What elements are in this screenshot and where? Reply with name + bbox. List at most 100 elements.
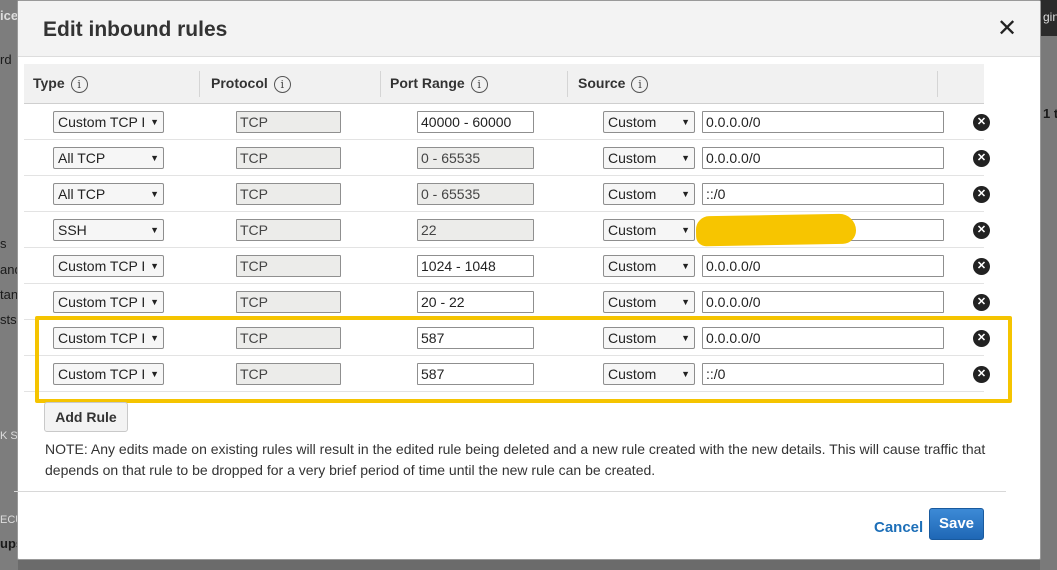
background-text: gin (1043, 10, 1057, 24)
source-type-select[interactable]: Custom ▼ (603, 363, 695, 385)
redaction-mark (695, 213, 857, 247)
port-range-field: 0 - 65535 (417, 147, 534, 169)
chevron-down-icon: ▼ (681, 369, 690, 379)
source-type-value: Custom (608, 150, 657, 166)
dialog-header: Edit inbound rules ✕ (18, 1, 1040, 57)
rule-row: All TCP ▼ TCP 0 - 65535 Custom ▼::/0 ✕ (24, 176, 990, 212)
info-icon[interactable]: i (70, 75, 88, 93)
chevron-down-icon: ▼ (150, 333, 159, 343)
rule-type-select[interactable]: All TCP ▼ (53, 147, 164, 169)
delete-rule-icon[interactable]: ✕ (973, 366, 990, 383)
source-cidr-input[interactable]: ::/0 (702, 363, 944, 385)
rule-type-select[interactable]: SSH ▼ (53, 219, 164, 241)
delete-rule-icon[interactable]: ✕ (973, 258, 990, 275)
protocol-field: TCP (236, 147, 341, 169)
source-type-value: Custom (608, 114, 657, 130)
rule-type-value: Custom TCP Rule (58, 258, 144, 274)
rule-type-value: Custom TCP Rule (58, 294, 144, 310)
chevron-down-icon: ▼ (150, 117, 159, 127)
rule-type-value: All TCP (58, 150, 106, 166)
port-range-field[interactable]: 587 (417, 327, 534, 349)
source-type-value: Custom (608, 330, 657, 346)
source-type-value: Custom (608, 222, 657, 238)
rule-type-select[interactable]: Custom TCP Rule ▼ (53, 327, 164, 349)
info-icon[interactable]: i (273, 75, 291, 93)
rule-type-select[interactable]: All TCP ▼ (53, 183, 164, 205)
source-cidr-input[interactable]: 0.0.0.0/0 (702, 327, 944, 349)
footer-divider (14, 491, 1006, 492)
source-type-value: Custom (608, 258, 657, 274)
column-header-protocol: Protocol i (211, 64, 291, 104)
port-range-field: 0 - 65535 (417, 183, 534, 205)
delete-rule-icon[interactable]: ✕ (973, 114, 990, 131)
source-type-select[interactable]: Custom ▼ (603, 111, 695, 133)
info-icon[interactable]: i (470, 75, 488, 93)
cancel-button[interactable]: Cancel (874, 519, 923, 536)
source-type-select[interactable]: Custom ▼ (603, 183, 695, 205)
chevron-down-icon: ▼ (150, 153, 159, 163)
background-text: sts (0, 312, 17, 327)
protocol-field: TCP (236, 219, 341, 241)
source-type-select[interactable]: Custom ▼ (603, 291, 695, 313)
port-range-field: 22 (417, 219, 534, 241)
chevron-down-icon: ▼ (150, 189, 159, 199)
chevron-down-icon: ▼ (681, 225, 690, 235)
source-cidr-input[interactable]: 0.0.0.0/0 (702, 255, 944, 277)
rule-type-select[interactable]: Custom TCP Rule ▼ (53, 363, 164, 385)
chevron-down-icon: ▼ (681, 117, 690, 127)
chevron-down-icon: ▼ (681, 189, 690, 199)
source-type-value: Custom (608, 366, 657, 382)
source-type-select[interactable]: Custom ▼ (603, 255, 695, 277)
rule-type-select[interactable]: Custom TCP Rule ▼ (53, 291, 164, 313)
source-type-select[interactable]: Custom ▼ (603, 147, 695, 169)
rule-row: Custom TCP Rule ▼ TCP 20 - 22 Custom ▼ 0.0.0.0… (24, 284, 990, 320)
protocol-field: TCP (236, 255, 341, 277)
column-header-port-range: Port Range i (390, 64, 488, 104)
port-range-field[interactable]: 40000 - 60000 (417, 111, 534, 133)
rule-type-value: Custom TCP Rule (58, 330, 144, 346)
delete-rule-icon[interactable]: ✕ (973, 330, 990, 347)
close-icon[interactable]: ✕ (996, 17, 1018, 41)
source-type-select[interactable]: Custom ▼ (603, 219, 695, 241)
source-cidr-input[interactable]: 0.0.0.0/0 (702, 147, 944, 169)
chevron-down-icon: ▼ (150, 369, 159, 379)
background-text: rd (0, 52, 12, 67)
column-header-type: Type i (33, 64, 88, 104)
source-type-value: Custom (608, 186, 657, 202)
column-divider (567, 71, 568, 97)
source-type-value: Custom (608, 294, 657, 310)
rule-type-select[interactable]: Custom TCP Rule ▼ (53, 111, 164, 133)
chevron-down-icon: ▼ (681, 261, 690, 271)
source-cidr-input[interactable]: 0.0.0.0/0 (702, 111, 944, 133)
rule-type-value: SSH (58, 222, 87, 238)
chevron-down-icon: ▼ (150, 261, 159, 271)
port-range-field[interactable]: 1024 - 1048 (417, 255, 534, 277)
rule-row: Custom TCP Rule ▼ TCP 1024 - 1048 Custom ▼ 0.0… (24, 248, 990, 284)
rule-row: Custom TCP Rule ▼ TCP 40000 - 60000 Custom ▼ 0… (24, 104, 990, 140)
rule-row: Custom TCP Rule ▼ TCP 587 Custom ▼::/0 ✕ (24, 356, 990, 392)
edit-warning-note: NOTE: Any edits made on existing rules w… (45, 441, 986, 478)
background-text: s (0, 236, 7, 251)
port-range-field[interactable]: 587 (417, 363, 534, 385)
add-rule-button[interactable]: Add Rule (44, 402, 128, 432)
protocol-field: TCP (236, 111, 341, 133)
save-button[interactable]: Save (929, 508, 984, 540)
delete-rule-icon[interactable]: ✕ (973, 150, 990, 167)
chevron-down-icon: ▼ (150, 225, 159, 235)
protocol-field: TCP (236, 327, 341, 349)
chevron-down-icon: ▼ (150, 297, 159, 307)
source-cidr-input[interactable]: ::/0 (702, 183, 944, 205)
rule-type-value: All TCP (58, 186, 106, 202)
background-sidebar (0, 0, 18, 570)
source-type-select[interactable]: Custom ▼ (603, 327, 695, 349)
info-icon[interactable]: i (631, 75, 649, 93)
rule-type-select[interactable]: Custom TCP Rule ▼ (53, 255, 164, 277)
port-range-field[interactable]: 20 - 22 (417, 291, 534, 313)
delete-rule-icon[interactable]: ✕ (973, 294, 990, 311)
delete-rule-icon[interactable]: ✕ (973, 222, 990, 239)
background-text: ice (0, 8, 19, 23)
delete-rule-icon[interactable]: ✕ (973, 186, 990, 203)
source-cidr-input[interactable]: 0.0.0.0/0 (702, 291, 944, 313)
rule-type-value: Custom TCP Rule (58, 366, 144, 382)
chevron-down-icon: ▼ (681, 333, 690, 343)
